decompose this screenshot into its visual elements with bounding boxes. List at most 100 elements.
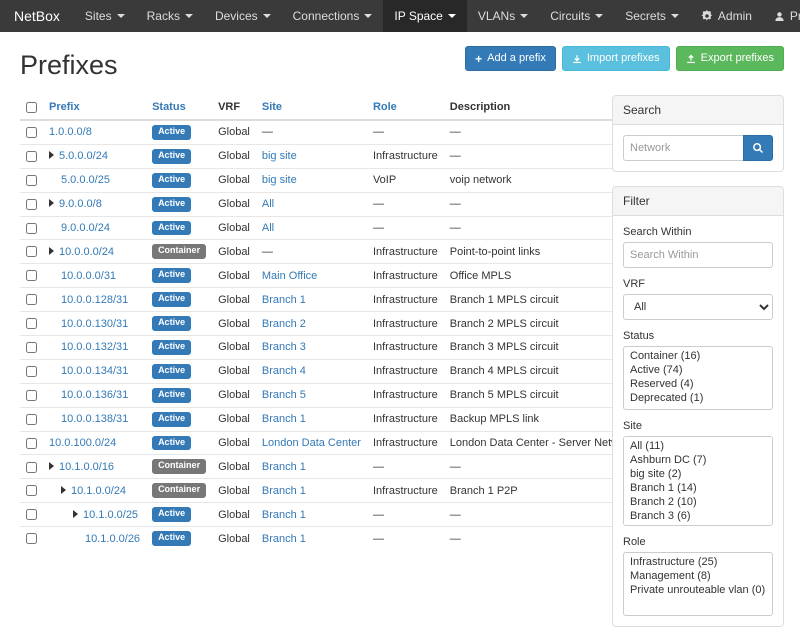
prefix-link[interactable]: 10.0.0.0/31 [61, 270, 116, 282]
column-header-role[interactable]: Role [367, 95, 444, 120]
site-link[interactable]: Branch 1 [262, 485, 306, 497]
search-button[interactable] [743, 135, 773, 161]
prefix-link[interactable]: 10.1.0.0/16 [59, 461, 114, 473]
filter-option[interactable]: Branch 2 (10) [624, 495, 772, 509]
site-link[interactable]: Branch 1 [262, 461, 306, 473]
site-link[interactable]: London Data Center [262, 437, 361, 449]
search-input[interactable] [623, 135, 743, 161]
select-all-checkbox[interactable] [26, 102, 37, 113]
row-checkbox[interactable] [26, 366, 37, 377]
site-link[interactable]: Branch 3 [262, 341, 306, 353]
filter-option[interactable]: Branch 3 (6) [624, 509, 772, 523]
site-link[interactable]: Branch 1 [262, 413, 306, 425]
site-link[interactable]: Branch 2 [262, 318, 306, 330]
status-filter-listbox[interactable]: Container (16)Active (74)Reserved (4)Dep… [623, 346, 773, 410]
column-header-site[interactable]: Site [256, 95, 367, 120]
row-checkbox[interactable] [26, 342, 37, 353]
nav-item-admin[interactable]: Admin [690, 0, 763, 32]
row-checkbox[interactable] [26, 318, 37, 329]
row-checkbox[interactable] [26, 390, 37, 401]
row-checkbox[interactable] [26, 485, 37, 496]
column-header-status[interactable]: Status [146, 95, 212, 120]
prefix-cell: 10.0.0.132/31 [43, 336, 146, 360]
nav-item-vlans[interactable]: VLANs [467, 0, 539, 32]
prefix-link[interactable]: 10.0.0.0/24 [59, 246, 114, 258]
filter-option[interactable]: Ashburn DC (7) [624, 453, 772, 467]
role-filter-listbox[interactable]: Infrastructure (25)Management (8)Private… [623, 552, 773, 616]
prefix-link[interactable]: 10.1.0.0/24 [71, 485, 126, 497]
filter-option[interactable]: Container (16) [624, 349, 772, 363]
nav-item-connections[interactable]: Connections [282, 0, 384, 32]
filter-option[interactable]: Active (74) [624, 363, 772, 377]
filter-option[interactable]: Reserved (4) [624, 377, 772, 391]
nav-item-secrets[interactable]: Secrets [614, 0, 690, 32]
filter-option[interactable]: Branch 4 (12) [624, 523, 772, 526]
site-cell: big site [256, 144, 367, 168]
prefix-link[interactable]: 10.0.0.134/31 [61, 365, 128, 377]
top-navbar: NetBox SitesRacksDevicesConnectionsIP Sp… [0, 0, 800, 32]
site-link[interactable]: Main Office [262, 270, 317, 282]
column-header-prefix[interactable]: Prefix [43, 95, 146, 120]
filter-option[interactable]: Management (8) [624, 569, 772, 583]
prefix-link[interactable]: 10.0.100.0/24 [49, 437, 116, 449]
row-checkbox[interactable] [26, 533, 37, 544]
filter-option[interactable]: big site (2) [624, 467, 772, 481]
site-link[interactable]: Branch 1 [262, 509, 306, 521]
prefix-link[interactable]: 10.0.0.136/31 [61, 389, 128, 401]
row-checkbox[interactable] [26, 127, 37, 138]
site-link[interactable]: Branch 1 [262, 294, 306, 306]
filter-option[interactable]: All (11) [624, 439, 772, 453]
nav-item-circuits[interactable]: Circuits [539, 0, 614, 32]
row-checkbox[interactable] [26, 462, 37, 473]
expand-arrow-icon[interactable] [61, 486, 66, 494]
prefix-link[interactable]: 10.1.0.0/25 [83, 509, 138, 521]
prefix-link[interactable]: 5.0.0.0/25 [61, 174, 110, 186]
prefix-link[interactable]: 10.0.0.130/31 [61, 318, 128, 330]
site-link[interactable]: All [262, 222, 274, 234]
site-link[interactable]: big site [262, 174, 297, 186]
site-link[interactable]: big site [262, 150, 297, 162]
prefix-link[interactable]: 1.0.0.0/8 [49, 126, 92, 138]
site-link[interactable]: Branch 4 [262, 365, 306, 377]
vrf-filter-select[interactable]: All [623, 294, 773, 320]
expand-arrow-icon[interactable] [49, 151, 54, 159]
row-checkbox[interactable] [26, 438, 37, 449]
filter-option[interactable]: Infrastructure (25) [624, 555, 772, 569]
prefix-link[interactable]: 9.0.0.0/8 [59, 198, 102, 210]
nav-item-racks[interactable]: Racks [136, 0, 204, 32]
site-link[interactable]: Branch 5 [262, 389, 306, 401]
row-checkbox[interactable] [26, 270, 37, 281]
filter-option[interactable]: Private unrouteable vlan (0) [624, 583, 772, 597]
row-checkbox[interactable] [26, 175, 37, 186]
row-checkbox[interactable] [26, 199, 37, 210]
prefix-link[interactable]: 10.0.0.138/31 [61, 413, 128, 425]
add-prefix-button[interactable]: + Add a prefix [465, 46, 556, 71]
expand-arrow-icon[interactable] [49, 199, 54, 207]
nav-item-profile[interactable]: Profile [763, 0, 800, 32]
row-checkbox[interactable] [26, 414, 37, 425]
site-link[interactable]: All [262, 198, 274, 210]
status-cell: Active [146, 168, 212, 192]
row-checkbox[interactable] [26, 223, 37, 234]
nav-item-ip-space[interactable]: IP Space [383, 0, 466, 32]
row-checkbox[interactable] [26, 294, 37, 305]
filter-option[interactable]: Deprecated (1) [624, 391, 772, 405]
search-within-input[interactable] [623, 242, 773, 268]
prefix-link[interactable]: 10.0.0.132/31 [61, 341, 128, 353]
nav-item-sites[interactable]: Sites [74, 0, 136, 32]
export-prefixes-button[interactable]: Export prefixes [676, 46, 784, 71]
prefix-link[interactable]: 10.0.0.128/31 [61, 294, 128, 306]
filter-option[interactable]: Branch 1 (14) [624, 481, 772, 495]
prefix-link[interactable]: 5.0.0.0/24 [59, 150, 108, 162]
site-filter-listbox[interactable]: All (11)Ashburn DC (7)big site (2)Branch… [623, 436, 773, 526]
row-checkbox[interactable] [26, 151, 37, 162]
app-brand[interactable]: NetBox [0, 0, 74, 32]
expand-arrow-icon[interactable] [49, 247, 54, 255]
site-link[interactable]: Branch 1 [262, 533, 306, 545]
prefix-link[interactable]: 9.0.0.0/24 [61, 222, 110, 234]
row-checkbox[interactable] [26, 246, 37, 257]
expand-arrow-icon[interactable] [49, 462, 54, 470]
prefix-link[interactable]: 10.1.0.0/26 [85, 533, 140, 545]
import-prefixes-button[interactable]: Import prefixes [562, 46, 670, 71]
nav-item-devices[interactable]: Devices [204, 0, 282, 32]
